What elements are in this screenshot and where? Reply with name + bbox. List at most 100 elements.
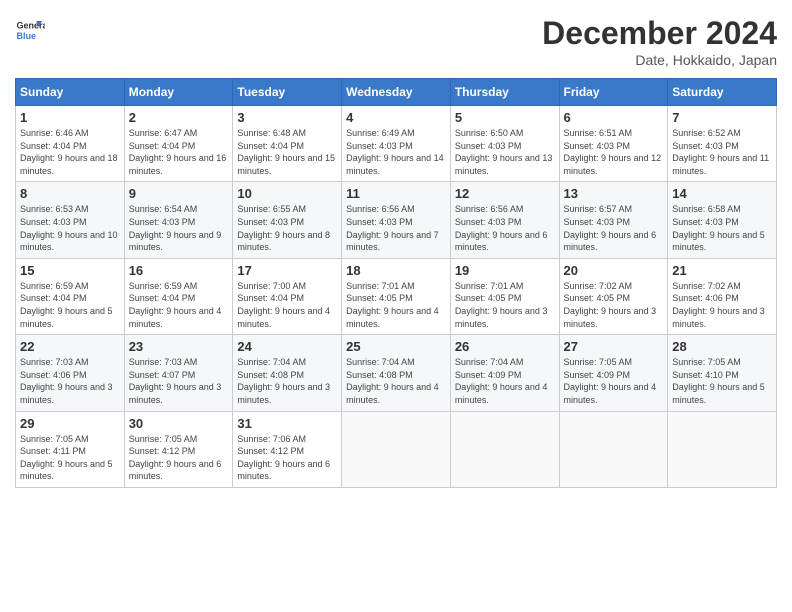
day-info: Sunrise: 7:00 AMSunset: 4:04 PMDaylight:… <box>237 280 337 330</box>
day-info: Sunrise: 7:04 AMSunset: 4:08 PMDaylight:… <box>237 356 337 406</box>
empty-cell <box>342 411 451 487</box>
day-info: Sunrise: 6:48 AMSunset: 4:04 PMDaylight:… <box>237 127 337 177</box>
day-cell-5: 5 Sunrise: 6:50 AMSunset: 4:03 PMDaylight… <box>450 106 559 182</box>
day-number: 3 <box>237 110 337 125</box>
day-info: Sunrise: 7:05 AMSunset: 4:10 PMDaylight:… <box>672 356 772 406</box>
calendar-table: SundayMondayTuesdayWednesdayThursdayFrid… <box>15 78 777 488</box>
day-info: Sunrise: 6:46 AMSunset: 4:04 PMDaylight:… <box>20 127 120 177</box>
day-number: 31 <box>237 416 337 431</box>
day-cell-20: 20 Sunrise: 7:02 AMSunset: 4:05 PMDayligh… <box>559 258 668 334</box>
day-cell-19: 19 Sunrise: 7:01 AMSunset: 4:05 PMDayligh… <box>450 258 559 334</box>
weekday-header-wednesday: Wednesday <box>342 79 451 106</box>
day-info: Sunrise: 6:50 AMSunset: 4:03 PMDaylight:… <box>455 127 555 177</box>
day-number: 9 <box>129 186 229 201</box>
day-number: 17 <box>237 263 337 278</box>
day-info: Sunrise: 6:56 AMSunset: 4:03 PMDaylight:… <box>346 203 446 253</box>
day-cell-25: 25 Sunrise: 7:04 AMSunset: 4:08 PMDayligh… <box>342 335 451 411</box>
weekday-header-saturday: Saturday <box>668 79 777 106</box>
day-info: Sunrise: 7:04 AMSunset: 4:09 PMDaylight:… <box>455 356 555 406</box>
day-info: Sunrise: 7:02 AMSunset: 4:06 PMDaylight:… <box>672 280 772 330</box>
day-number: 13 <box>564 186 664 201</box>
weekday-header-friday: Friday <box>559 79 668 106</box>
day-cell-9: 9 Sunrise: 6:54 AMSunset: 4:03 PMDaylight… <box>124 182 233 258</box>
weekday-header-thursday: Thursday <box>450 79 559 106</box>
day-cell-12: 12 Sunrise: 6:56 AMSunset: 4:03 PMDayligh… <box>450 182 559 258</box>
day-number: 16 <box>129 263 229 278</box>
calendar-week-3: 15 Sunrise: 6:59 AMSunset: 4:04 PMDayligh… <box>16 258 777 334</box>
day-info: Sunrise: 7:05 AMSunset: 4:09 PMDaylight:… <box>564 356 664 406</box>
empty-cell <box>450 411 559 487</box>
empty-cell <box>668 411 777 487</box>
day-number: 12 <box>455 186 555 201</box>
day-cell-2: 2Sunrise: 6:47 AMSunset: 4:04 PMDaylight… <box>124 106 233 182</box>
day-number: 23 <box>129 339 229 354</box>
day-cell-1: 1 Sunrise: 6:46 AMSunset: 4:04 PMDaylight… <box>16 106 125 182</box>
day-info: Sunrise: 7:05 AMSunset: 4:11 PMDaylight:… <box>20 433 120 483</box>
weekday-header-sunday: Sunday <box>16 79 125 106</box>
day-cell-16: 16 Sunrise: 6:59 AMSunset: 4:04 PMDayligh… <box>124 258 233 334</box>
day-cell-27: 27Sunrise: 7:05 AMSunset: 4:09 PMDayligh… <box>559 335 668 411</box>
month-title: December 2024 <box>542 15 777 52</box>
day-info: Sunrise: 6:49 AMSunset: 4:03 PMDaylight:… <box>346 127 446 177</box>
day-number: 21 <box>672 263 772 278</box>
day-cell-23: 23 Sunrise: 7:03 AMSunset: 4:07 PMDayligh… <box>124 335 233 411</box>
day-number: 7 <box>672 110 772 125</box>
day-cell-11: 11 Sunrise: 6:56 AMSunset: 4:03 PMDayligh… <box>342 182 451 258</box>
location: Date, Hokkaido, Japan <box>542 52 777 68</box>
day-number: 24 <box>237 339 337 354</box>
calendar-week-4: 22 Sunrise: 7:03 AMSunset: 4:06 PMDayligh… <box>16 335 777 411</box>
day-cell-26: 26 Sunrise: 7:04 AMSunset: 4:09 PMDayligh… <box>450 335 559 411</box>
day-number: 19 <box>455 263 555 278</box>
empty-cell <box>559 411 668 487</box>
day-info: Sunrise: 7:03 AMSunset: 4:07 PMDaylight:… <box>129 356 229 406</box>
day-info: Sunrise: 6:57 AMSunset: 4:03 PMDaylight:… <box>564 203 664 253</box>
day-cell-8: 8 Sunrise: 6:53 AMSunset: 4:03 PMDaylight… <box>16 182 125 258</box>
day-cell-3: 3 Sunrise: 6:48 AMSunset: 4:04 PMDaylight… <box>233 106 342 182</box>
day-number: 26 <box>455 339 555 354</box>
day-number: 5 <box>455 110 555 125</box>
calendar-week-5: 29 Sunrise: 7:05 AMSunset: 4:11 PMDayligh… <box>16 411 777 487</box>
day-cell-22: 22 Sunrise: 7:03 AMSunset: 4:06 PMDayligh… <box>16 335 125 411</box>
day-info: Sunrise: 6:59 AMSunset: 4:04 PMDaylight:… <box>20 280 120 330</box>
day-number: 11 <box>346 186 446 201</box>
title-area: December 2024 Date, Hokkaido, Japan <box>542 15 777 68</box>
day-number: 1 <box>20 110 120 125</box>
day-cell-7: 7 Sunrise: 6:52 AMSunset: 4:03 PMDaylight… <box>668 106 777 182</box>
page-header: General Blue December 2024 Date, Hokkaid… <box>15 15 777 68</box>
day-info: Sunrise: 7:05 AMSunset: 4:12 PMDaylight:… <box>129 433 229 483</box>
day-info: Sunrise: 6:53 AMSunset: 4:03 PMDaylight:… <box>20 203 120 253</box>
svg-text:Blue: Blue <box>17 31 37 41</box>
day-info: Sunrise: 6:52 AMSunset: 4:03 PMDaylight:… <box>672 127 772 177</box>
day-number: 25 <box>346 339 446 354</box>
day-number: 8 <box>20 186 120 201</box>
day-info: Sunrise: 6:56 AMSunset: 4:03 PMDaylight:… <box>455 203 555 253</box>
day-info: Sunrise: 7:01 AMSunset: 4:05 PMDaylight:… <box>455 280 555 330</box>
day-info: Sunrise: 6:51 AMSunset: 4:03 PMDaylight:… <box>564 127 664 177</box>
day-cell-21: 21 Sunrise: 7:02 AMSunset: 4:06 PMDayligh… <box>668 258 777 334</box>
day-cell-18: 18Sunrise: 7:01 AMSunset: 4:05 PMDayligh… <box>342 258 451 334</box>
weekday-header-row: SundayMondayTuesdayWednesdayThursdayFrid… <box>16 79 777 106</box>
day-number: 6 <box>564 110 664 125</box>
calendar-week-1: 1 Sunrise: 6:46 AMSunset: 4:04 PMDaylight… <box>16 106 777 182</box>
day-number: 18 <box>346 263 446 278</box>
logo-icon: General Blue <box>15 15 45 45</box>
day-number: 22 <box>20 339 120 354</box>
day-info: Sunrise: 7:04 AMSunset: 4:08 PMDaylight:… <box>346 356 446 406</box>
day-number: 20 <box>564 263 664 278</box>
day-cell-17: 17 Sunrise: 7:00 AMSunset: 4:04 PMDayligh… <box>233 258 342 334</box>
day-number: 30 <box>129 416 229 431</box>
day-number: 29 <box>20 416 120 431</box>
day-cell-15: 15 Sunrise: 6:59 AMSunset: 4:04 PMDayligh… <box>16 258 125 334</box>
day-cell-28: 28Sunrise: 7:05 AMSunset: 4:10 PMDayligh… <box>668 335 777 411</box>
logo: General Blue <box>15 15 45 45</box>
day-info: Sunrise: 6:55 AMSunset: 4:03 PMDaylight:… <box>237 203 337 253</box>
day-cell-10: 10Sunrise: 6:55 AMSunset: 4:03 PMDayligh… <box>233 182 342 258</box>
weekday-header-monday: Monday <box>124 79 233 106</box>
weekday-header-tuesday: Tuesday <box>233 79 342 106</box>
day-info: Sunrise: 7:02 AMSunset: 4:05 PMDaylight:… <box>564 280 664 330</box>
day-info: Sunrise: 6:59 AMSunset: 4:04 PMDaylight:… <box>129 280 229 330</box>
day-info: Sunrise: 7:06 AMSunset: 4:12 PMDaylight:… <box>237 433 337 483</box>
day-info: Sunrise: 7:03 AMSunset: 4:06 PMDaylight:… <box>20 356 120 406</box>
day-info: Sunrise: 6:54 AMSunset: 4:03 PMDaylight:… <box>129 203 229 253</box>
day-number: 15 <box>20 263 120 278</box>
